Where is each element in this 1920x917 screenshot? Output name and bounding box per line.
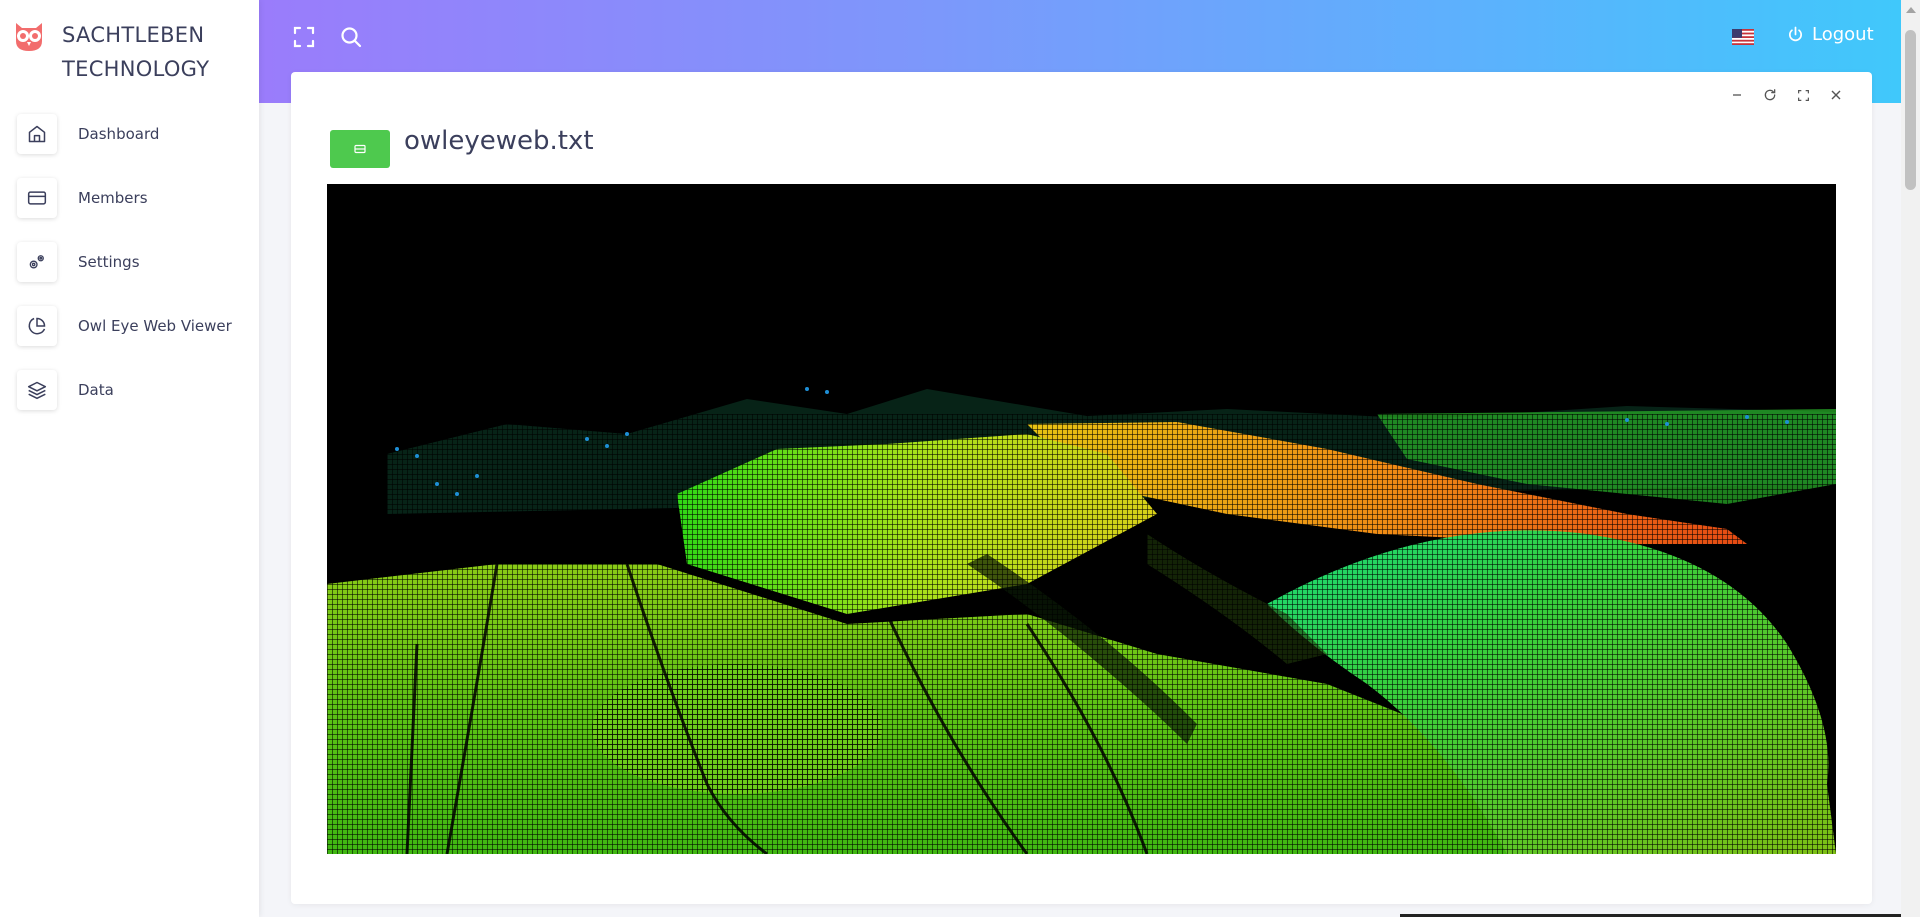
pie-chart-icon bbox=[17, 306, 57, 346]
gears-icon bbox=[17, 242, 57, 282]
credit-card-icon bbox=[17, 178, 57, 218]
sidebar-item-label: Settings bbox=[78, 253, 140, 271]
sidebar-item-settings[interactable]: Settings bbox=[17, 238, 232, 286]
maximize-icon[interactable] bbox=[1794, 86, 1812, 104]
sidebar-item-label: Members bbox=[78, 189, 148, 207]
sidebar-item-label: Data bbox=[78, 381, 114, 399]
page-scrollbar[interactable] bbox=[1901, 0, 1920, 917]
sidebar-item-members[interactable]: Members bbox=[17, 174, 232, 222]
home-icon bbox=[17, 114, 57, 154]
refresh-icon[interactable] bbox=[1761, 86, 1779, 104]
scroll-up-arrow-icon[interactable] bbox=[1906, 7, 1916, 13]
brand-name: SACHTLEBEN TECHNOLOGY bbox=[62, 23, 210, 81]
sidebar-item-data[interactable]: Data bbox=[17, 366, 232, 414]
sidebar-item-dashboard[interactable]: Dashboard bbox=[17, 110, 232, 158]
layers-icon bbox=[17, 370, 57, 410]
point-cloud-render bbox=[327, 184, 1836, 854]
close-icon[interactable] bbox=[1827, 86, 1845, 104]
brand[interactable]: SACHTLEBEN TECHNOLOGY bbox=[12, 18, 232, 86]
sidebar-item-owl-eye-web-viewer[interactable]: Owl Eye Web Viewer bbox=[17, 302, 232, 350]
expand-icon[interactable] bbox=[292, 25, 316, 49]
logout-button[interactable]: Logout bbox=[1787, 24, 1874, 45]
point-cloud-viewer[interactable] bbox=[327, 184, 1836, 854]
card-toolbar bbox=[1728, 86, 1845, 104]
owl-icon bbox=[16, 23, 42, 51]
file-name: owleyeweb.txt bbox=[404, 126, 594, 156]
scrollbar-thumb[interactable] bbox=[1905, 30, 1916, 190]
us-flag-icon[interactable] bbox=[1732, 29, 1754, 45]
logout-label: Logout bbox=[1812, 24, 1874, 45]
file-type-badge bbox=[330, 130, 390, 168]
minimize-icon[interactable] bbox=[1728, 86, 1746, 104]
sidebar: SACHTLEBEN TECHNOLOGY Dashboard Members … bbox=[0, 0, 259, 917]
sidebar-item-label: Owl Eye Web Viewer bbox=[78, 317, 232, 335]
sidebar-item-label: Dashboard bbox=[78, 125, 160, 143]
viewer-card: owleyeweb.txt bbox=[291, 72, 1872, 904]
power-icon bbox=[1789, 26, 1802, 42]
file-icon bbox=[354, 144, 366, 154]
sidebar-menu: Dashboard Members Settings Owl Eye Web V… bbox=[17, 110, 232, 430]
search-icon[interactable] bbox=[339, 25, 363, 49]
